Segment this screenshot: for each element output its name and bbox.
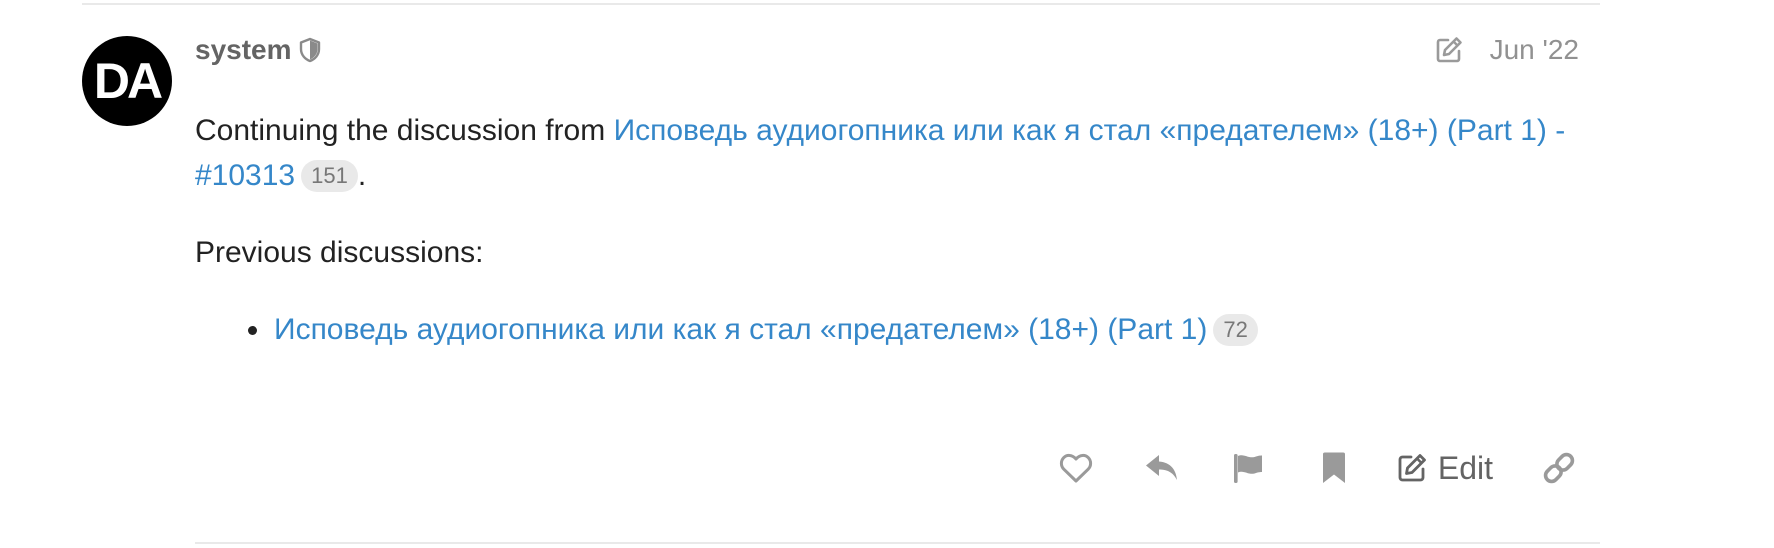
- edit-label: Edit: [1437, 449, 1493, 486]
- bookmark-icon: [1322, 452, 1345, 483]
- previous-discussions-list: Исповедь аудиогопника или как я стал «пр…: [195, 307, 1595, 352]
- link-icon: [1543, 452, 1575, 484]
- avatar-initials: DA: [93, 53, 163, 109]
- list-item: Исповедь аудиогопника или как я стал «пр…: [248, 307, 1595, 352]
- edit-history-icon[interactable]: [1434, 35, 1464, 65]
- bottom-divider: [195, 542, 1600, 544]
- click-count-badge: 151: [301, 160, 358, 192]
- post-date[interactable]: Jun '22: [1490, 34, 1579, 66]
- reply-icon: [1145, 455, 1177, 480]
- flag-button[interactable]: [1228, 440, 1268, 496]
- share-link-button[interactable]: [1539, 440, 1579, 496]
- post-container: DA system Jun '22 Continuing the discuss…: [0, 0, 1774, 548]
- previous-discussions-heading: Previous discussions:: [195, 236, 484, 269]
- like-button[interactable]: [1056, 440, 1096, 496]
- click-count-badge: 72: [1213, 314, 1258, 346]
- username-link[interactable]: system: [195, 34, 292, 66]
- continuing-paragraph: Continuing the discussion from Исповедь …: [195, 108, 1595, 198]
- edit-icon: [1398, 454, 1426, 482]
- post-body: Continuing the discussion from Исповедь …: [195, 108, 1595, 352]
- like-icon: [1059, 453, 1092, 483]
- previous-discussion-link[interactable]: Исповедь аудиогопника или как я стал «пр…: [274, 313, 1207, 346]
- shield-icon: [298, 37, 322, 63]
- post-meta: Jun '22: [1434, 30, 1579, 70]
- reply-button[interactable]: [1142, 440, 1182, 496]
- continuing-suffix: .: [357, 159, 367, 192]
- flag-icon: [1233, 454, 1262, 483]
- post-header: system: [195, 30, 322, 70]
- avatar[interactable]: DA: [82, 36, 172, 126]
- continuing-prefix: Continuing the discussion from: [195, 114, 614, 147]
- top-divider: [82, 3, 1600, 5]
- post-actions: Edit: [1056, 440, 1579, 496]
- bookmark-button[interactable]: [1314, 440, 1354, 496]
- edit-button[interactable]: Edit: [1396, 440, 1493, 496]
